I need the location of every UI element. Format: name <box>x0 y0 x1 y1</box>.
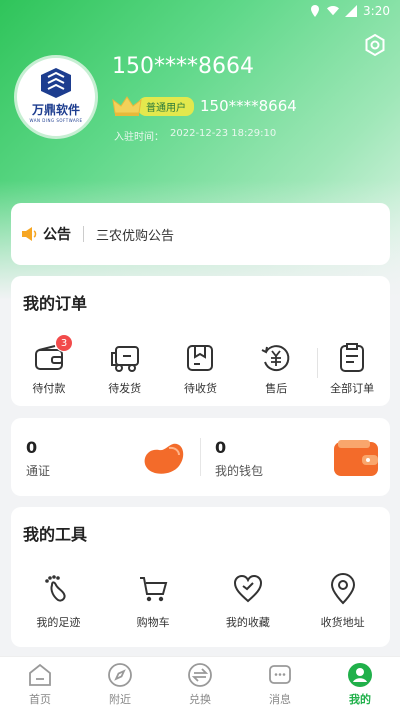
logo-subtext: WAN DING SOFTWARE <box>29 118 83 123</box>
order-item-pending-receipt[interactable]: 待收货 <box>163 342 239 396</box>
tab-label: 首页 <box>29 693 51 706</box>
location-status-icon <box>309 5 321 17</box>
crown-icon <box>112 96 142 116</box>
join-time-value: 2022-12-23 18:29:10 <box>170 128 277 139</box>
logo-text: 万鼎软件 <box>31 103 80 117</box>
tab-profile[interactable]: 我的 <box>320 657 400 710</box>
notice-divider <box>83 226 84 242</box>
tool-label: 购物车 <box>136 616 170 629</box>
order-divider <box>317 348 318 378</box>
notice-bar[interactable]: 公告 三农优购公告 <box>11 203 390 265</box>
tab-label: 消息 <box>269 693 291 706</box>
avatar[interactable]: 万鼎软件 WAN DING SOFTWARE <box>14 55 98 139</box>
token-value: 0 <box>26 438 38 457</box>
tab-label: 附近 <box>109 693 131 706</box>
tab-nearby[interactable]: 附近 <box>80 657 160 710</box>
order-count-badge: 3 <box>55 334 73 352</box>
tool-favorites[interactable]: 我的收藏 <box>201 573 296 630</box>
tool-cart[interactable]: 购物车 <box>106 573 201 630</box>
phone-number: 150****8664 <box>200 97 297 115</box>
token-section[interactable]: 0 通证 <box>11 418 200 496</box>
message-icon <box>269 665 291 684</box>
purse-icon <box>334 440 378 476</box>
order-label: 待收货 <box>183 382 217 395</box>
notice-title: 公告 <box>43 227 71 243</box>
speaker-icon <box>22 227 37 241</box>
tool-address[interactable]: 收货地址 <box>295 573 390 630</box>
member-level-row: 普通用户 150****8664 <box>112 95 297 117</box>
tab-messages[interactable]: 消息 <box>240 657 320 710</box>
order-item-all-orders[interactable]: 全部订单 <box>314 342 390 396</box>
tools-card: 我的工具 我的足迹 购物车 我的收藏 收货地址 <box>11 507 390 647</box>
box-icon <box>187 345 214 371</box>
my-wallet-section[interactable]: 0 我的钱包 <box>200 418 389 496</box>
heart-icon <box>233 574 262 603</box>
join-time-row: 入驻时间： 2022-12-23 18:29:10 <box>114 128 276 143</box>
tab-exchange[interactable]: 兑换 <box>160 657 240 710</box>
order-label: 待发货 <box>108 382 142 395</box>
profile-icon <box>348 663 372 687</box>
wallet-card: 0 通证 0 我的钱包 <box>11 418 390 496</box>
cart-icon <box>140 577 168 602</box>
yuan-refresh-icon <box>261 345 290 372</box>
notice-text: 三农优购公告 <box>96 228 175 244</box>
footprint-icon <box>45 575 66 602</box>
tool-footprint[interactable]: 我的足迹 <box>11 573 106 630</box>
status-bar: 3:20 <box>0 0 400 22</box>
orders-title: 我的订单 <box>23 294 88 313</box>
tab-home[interactable]: 首页 <box>0 657 80 710</box>
order-item-pending-shipment[interactable]: 待发货 <box>87 342 163 396</box>
order-label: 全部订单 <box>330 382 375 395</box>
status-time: 3:20 <box>363 4 390 18</box>
bean-icon <box>144 443 184 474</box>
orders-card: 我的订单 3 待付款 待发货 待收货 售后 全部订单 <box>11 276 390 406</box>
tab-label: 我的 <box>349 693 371 706</box>
username: 150****8664 <box>112 54 254 79</box>
gear-icon <box>365 33 385 57</box>
location-icon <box>330 573 355 605</box>
order-item-after-sales[interactable]: 售后 <box>238 342 314 396</box>
tool-label: 我的收藏 <box>225 616 270 629</box>
settings-button[interactable] <box>362 32 388 58</box>
company-logo-icon <box>41 68 71 98</box>
signal-icon <box>345 5 358 17</box>
tab-label: 兑换 <box>189 693 211 706</box>
tool-row: 我的足迹 购物车 我的收藏 收货地址 <box>11 573 390 630</box>
wifi-icon <box>327 5 340 17</box>
wallet-value: 0 <box>215 438 227 457</box>
tool-label: 我的足迹 <box>36 616 81 629</box>
join-time-label: 入驻时间： <box>114 132 164 143</box>
level-badge: 普通用户 <box>138 96 194 116</box>
order-status-row: 3 待付款 待发货 待收货 售后 全部订单 <box>11 334 390 396</box>
bottom-tab-bar: 首页 附近 兑换 消息 我的 <box>0 656 400 710</box>
order-label: 售后 <box>265 382 288 395</box>
order-item-pending-payment[interactable]: 3 待付款 <box>11 334 87 396</box>
compass-icon <box>108 663 132 687</box>
document-icon <box>340 343 365 372</box>
wallet-label: 我的钱包 <box>215 464 264 478</box>
tool-label: 收货地址 <box>320 616 365 629</box>
truck-icon <box>110 346 139 372</box>
tools-title: 我的工具 <box>23 525 88 544</box>
order-label: 待付款 <box>32 382 66 395</box>
token-label: 通证 <box>26 464 51 478</box>
exchange-icon <box>188 663 212 687</box>
home-icon <box>29 663 51 686</box>
